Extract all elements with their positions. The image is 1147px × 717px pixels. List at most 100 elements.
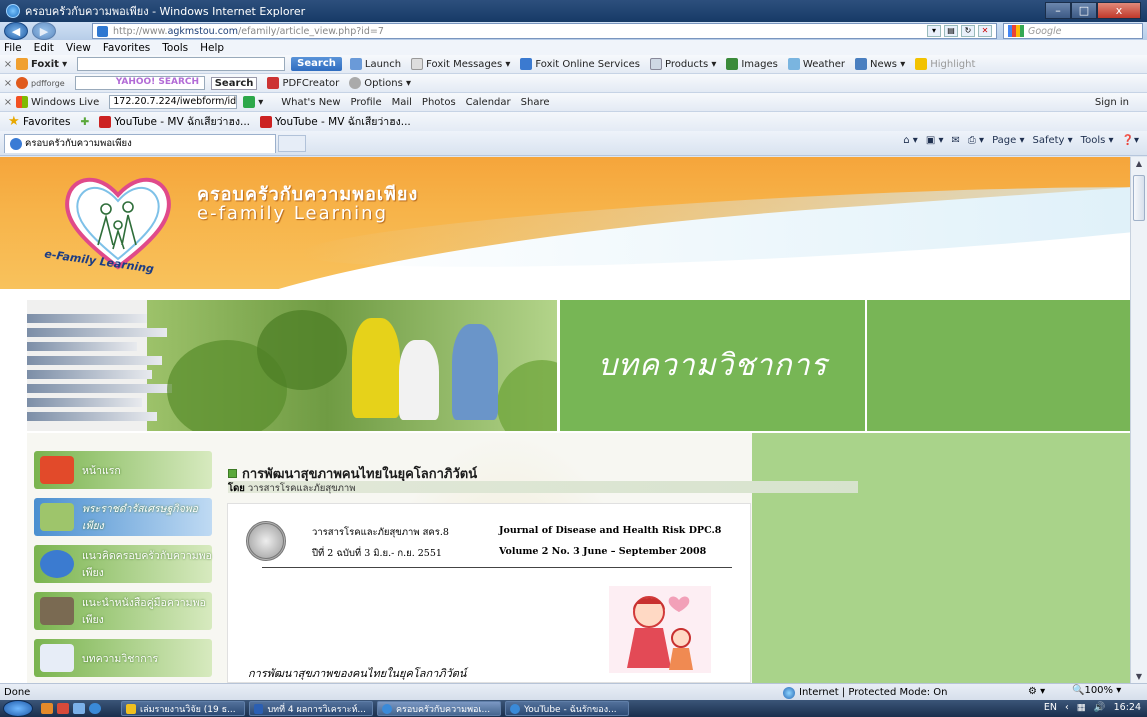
foxit-images[interactable]: Images <box>726 58 778 70</box>
paint-icon[interactable] <box>73 703 85 714</box>
options-button[interactable]: Options ▾ <box>349 77 411 89</box>
protected-mode-icon[interactable]: ⚙ ▾ <box>1028 686 1045 697</box>
scroll-up-icon[interactable]: ▲ <box>1134 159 1144 168</box>
favorite-link-1[interactable]: YouTube - MV ฉักเสียว่าฮง... <box>99 113 250 130</box>
search-input[interactable]: Google <box>1003 23 1143 39</box>
menu-help[interactable]: Help <box>200 42 224 54</box>
language-indicator[interactable]: EN <box>1044 702 1057 713</box>
back-arrow-icon[interactable]: ◀ <box>4 22 28 40</box>
menu-tools[interactable]: Tools <box>162 42 188 54</box>
live-search-input[interactable]: 172.20.7.224/iwebform/idispl <box>109 95 238 109</box>
foxit-brand[interactable]: Foxit ▾ <box>16 58 67 70</box>
books-icon <box>40 597 74 625</box>
favorites-button[interactable]: ★ Favorites <box>8 114 70 129</box>
foxit-messages[interactable]: Foxit Messages ▾ <box>411 58 510 70</box>
compat-view-icon[interactable]: ▤ <box>944 25 958 37</box>
close-toolbar-icon[interactable]: × <box>0 59 16 70</box>
close-button[interactable]: x <box>1097 2 1141 19</box>
clock[interactable]: 16:24 <box>1114 702 1141 713</box>
page-menu[interactable]: Page ▾ <box>992 135 1024 146</box>
sidebar-item-articles[interactable]: บทความวิชาการ <box>34 639 212 677</box>
mail-icon[interactable]: ✉ <box>951 135 959 146</box>
yahoo-search-input[interactable]: YAHOO! SEARCH <box>74 76 205 90</box>
start-button[interactable] <box>3 700 33 717</box>
dropdown-icon[interactable]: ▾ <box>927 25 941 37</box>
foxit-news[interactable]: News ▾ <box>855 58 905 70</box>
address-bar[interactable]: http://www.agkmstou.com/efamily/article_… <box>92 23 997 39</box>
network-icon[interactable]: ▦ <box>1077 702 1086 713</box>
foxit-icon <box>16 58 28 70</box>
command-bar: ⌂ ▾ ▣ ▾ ✉ ⎙ ▾ Page ▾ Safety ▾ Tools ▾ ❓▾ <box>903 135 1139 146</box>
ie-icon[interactable] <box>89 703 101 714</box>
live-photos[interactable]: Photos <box>422 97 456 108</box>
foxit-products[interactable]: Products ▾ <box>649 58 716 70</box>
book-icon <box>40 503 74 531</box>
menu-view[interactable]: View <box>66 42 91 54</box>
help-icon[interactable]: ❓▾ <box>1122 135 1139 146</box>
favorite-link-2[interactable]: YouTube - MV ฉักเสียว่าฮง... <box>260 113 411 130</box>
pdfforge-brand[interactable]: pdfforge <box>16 77 65 89</box>
live-whats-new[interactable]: What's New <box>281 97 340 108</box>
tab-current[interactable]: ครอบครัวกับความพอเพียง <box>4 133 276 153</box>
forward-arrow-icon[interactable]: ▶ <box>32 22 56 40</box>
app-icon[interactable] <box>57 703 69 714</box>
sidebar-nav: หน้าแรก พระราชดำรัสเศรษฐกิจพอเพียง แนวคิ… <box>34 451 212 683</box>
new-tab-button[interactable] <box>278 134 306 152</box>
tools-menu[interactable]: Tools ▾ <box>1081 135 1114 146</box>
menu-favorites[interactable]: Favorites <box>103 42 150 54</box>
print-icon[interactable]: ⎙ ▾ <box>968 135 984 146</box>
live-profile[interactable]: Profile <box>351 97 382 108</box>
page-viewport: e-Family Learning ครอบครัวกับความพอเพียง… <box>0 157 1130 683</box>
foxit-highlight[interactable]: Highlight <box>915 58 975 70</box>
maximize-button[interactable]: □ <box>1071 2 1097 19</box>
stop-icon[interactable]: ✕ <box>978 25 992 37</box>
add-favorites-icon[interactable]: ✚ <box>80 116 89 128</box>
foxit-launch[interactable]: Launch <box>349 58 401 70</box>
menu-file[interactable]: File <box>4 42 22 54</box>
launch-icon <box>349 58 362 70</box>
pdfforge-icon <box>16 77 28 89</box>
globe-icon <box>783 686 795 699</box>
live-share[interactable]: Share <box>521 97 550 108</box>
media-player-icon[interactable] <box>41 703 53 714</box>
menu-edit[interactable]: Edit <box>34 42 54 54</box>
pdfcreator-button[interactable]: PDFCreator <box>267 77 339 89</box>
weather-icon <box>787 58 800 70</box>
zoom-level[interactable]: 🔍100% ▾ <box>1072 685 1121 696</box>
foxit-online-services[interactable]: Foxit Online Services <box>520 58 640 70</box>
tray-expand-icon[interactable]: ‹ <box>1065 702 1069 713</box>
refresh-icon[interactable]: ↻ <box>961 25 975 37</box>
live-go-button[interactable]: ▾ <box>243 96 263 108</box>
foxit-search-button[interactable]: Search <box>291 57 342 71</box>
security-zone[interactable]: Internet | Protected Mode: On <box>783 685 947 700</box>
foxit-search-input[interactable] <box>77 57 286 71</box>
task-ie-family[interactable]: ครอบครัวกับความพอเ... <box>377 701 501 716</box>
content-area: หน้าแรก พระราชดำรัสเศรษฐกิจพอเพียง แนวคิ… <box>27 433 1130 683</box>
task-report[interactable]: เล่มรายงานวิจัย (19 ธ... <box>121 701 245 716</box>
sidebar-item-home[interactable]: หน้าแรก <box>34 451 212 489</box>
yahoo-search-button[interactable]: Search <box>210 76 258 90</box>
windows-live-brand[interactable]: Windows Live <box>16 96 99 108</box>
sidebar-item-book-guide[interactable]: แนะนำหนังสือคู่มือความพอเพียง <box>34 592 212 630</box>
sidebar-item-family-concept[interactable]: แนวคิดครอบครัวกับความพอเพียง <box>34 545 212 583</box>
close-toolbar-icon[interactable]: × <box>0 97 16 108</box>
sidebar-item-royal-speech[interactable]: พระราชดำรัสเศรษฐกิจพอเพียง <box>34 498 212 536</box>
volume-icon[interactable]: 🔊 <box>1094 702 1106 713</box>
live-signin[interactable]: Sign in <box>1095 97 1129 108</box>
live-mail[interactable]: Mail <box>392 97 412 108</box>
house-icon <box>40 456 74 484</box>
task-ie-youtube[interactable]: YouTube - ฉันรักของ... <box>505 701 629 716</box>
close-toolbar-icon[interactable]: × <box>0 78 16 89</box>
vertical-scrollbar[interactable]: ▲ ▼ <box>1130 157 1147 683</box>
safety-menu[interactable]: Safety ▾ <box>1032 135 1072 146</box>
task-chapter4[interactable]: บทที่ 4 ผลการวิเคราะห์... <box>249 701 373 716</box>
minimize-button[interactable]: – <box>1045 2 1071 19</box>
live-calendar[interactable]: Calendar <box>466 97 511 108</box>
scroll-thumb[interactable] <box>1133 175 1145 221</box>
feeds-icon[interactable]: ▣ ▾ <box>926 135 944 146</box>
mother-child-illustration <box>609 586 711 673</box>
foxit-weather[interactable]: Weather <box>787 58 845 70</box>
site-subtitle: e-family Learning <box>197 203 388 224</box>
scroll-down-icon[interactable]: ▼ <box>1134 672 1144 681</box>
home-icon[interactable]: ⌂ ▾ <box>903 135 918 146</box>
